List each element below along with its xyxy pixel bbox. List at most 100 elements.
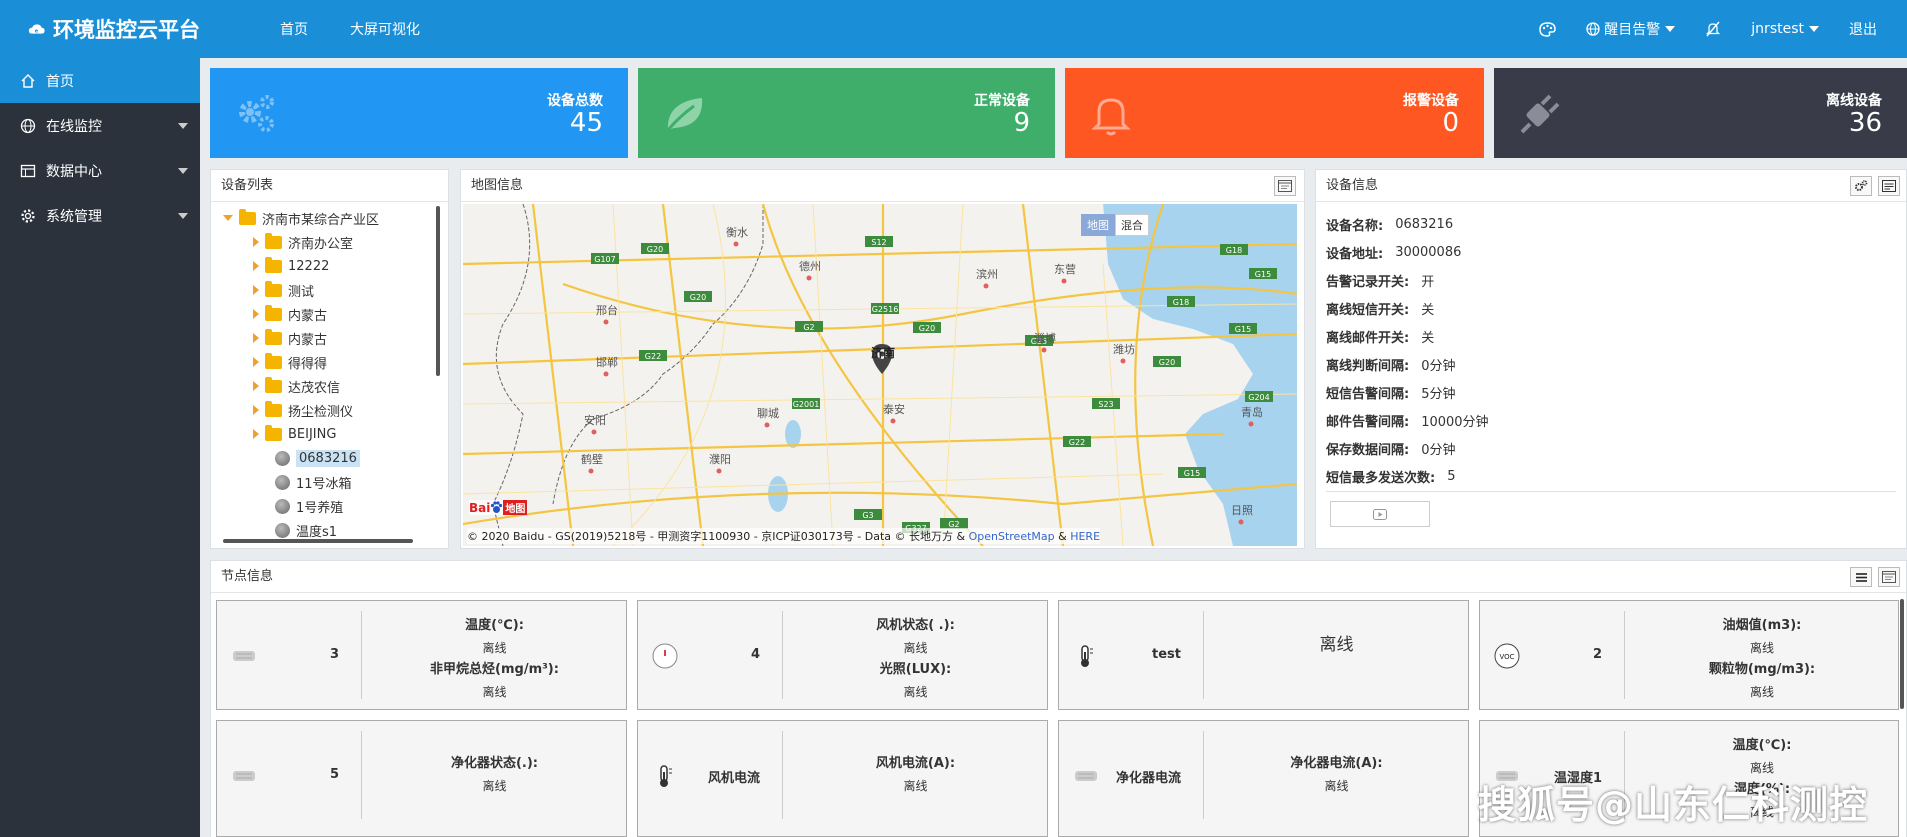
folder-icon <box>265 328 282 345</box>
city-dot <box>603 371 609 377</box>
stat-value: 9 <box>1013 108 1030 138</box>
sidebar-item-system[interactable]: 系统管理 <box>0 193 200 238</box>
osm-link[interactable]: OpenStreetMap <box>969 530 1055 543</box>
list-view-button[interactable] <box>1850 567 1872 587</box>
tree-scrollbar-v[interactable] <box>436 206 440 376</box>
video-button[interactable] <box>1330 501 1430 527</box>
city-dot <box>890 418 896 424</box>
info-key: 保存数据间隔: <box>1326 442 1410 458</box>
node-metrics: 风机电流(A): 离线 <box>784 753 1047 797</box>
alarm-menu[interactable]: 醒目告警 <box>1586 19 1676 39</box>
node-scrollbar[interactable] <box>1900 599 1904 709</box>
sidebar-item-online-monitor[interactable]: 在线监控 <box>0 103 200 148</box>
app-title: 环境监控云平台 <box>53 18 200 42</box>
tree-scrollbar-h[interactable] <box>223 539 413 543</box>
here-link[interactable]: HERE <box>1070 530 1100 543</box>
expand-arrow-icon[interactable] <box>223 215 233 221</box>
sidebar-item-data-center[interactable]: 数据中心 <box>0 148 200 193</box>
chevron-down-icon <box>1665 26 1676 32</box>
cloud-logo-icon: e <box>28 24 45 34</box>
thermometer-icon <box>1081 645 1093 667</box>
home-icon <box>21 73 35 88</box>
tree-folder[interactable]: 内蒙古 <box>223 326 379 350</box>
map-view[interactable]: S12 G107 G20 G20 G2516 G2 G20 G18 G15 G18 G22 G25 G1… <box>463 204 1297 546</box>
node-card[interactable]: 风机电流 风机电流(A): 离线 <box>637 720 1048 837</box>
node-metrics: 油烟值(m3): 离线 颗粒物(mg/m3): 离线 <box>1626 615 1898 703</box>
nav-big-screen[interactable]: 大屏可视化 <box>350 19 420 39</box>
tree-folder[interactable]: 扬尘检测仪 <box>223 398 379 422</box>
theme-button[interactable] <box>1539 21 1557 37</box>
city-dot <box>733 241 739 247</box>
map-canvas[interactable]: S12G107G20G20G2516G2 G20G18G15G18G22G25G1… <box>463 204 1297 546</box>
settings-button[interactable] <box>1850 176 1872 196</box>
tree-device[interactable]: 11号冰箱 <box>223 470 379 494</box>
thermometer-icon <box>660 765 672 787</box>
stat-total-devices[interactable]: 设备总数 45 <box>210 68 628 158</box>
node-card-head: 风机电流 <box>638 731 783 819</box>
tree-folder[interactable]: BEIJING <box>223 422 379 446</box>
mute-button[interactable] <box>1705 21 1721 37</box>
sidebar-item-home[interactable]: 首页 <box>0 58 200 103</box>
metric-key: 非甲烷总烃(mg/m³): <box>430 662 559 677</box>
expand-arrow-icon[interactable] <box>253 429 259 439</box>
globe-icon <box>20 118 36 133</box>
map-tab-map[interactable]: 地图 <box>1081 214 1115 236</box>
video-icon <box>1373 508 1387 520</box>
node-card[interactable]: VOC 2 油烟值(m3): 离线 颗粒物(mg/m3): 离线 <box>1479 600 1899 710</box>
tree-device[interactable]: 0683216 <box>223 446 379 470</box>
logout-link[interactable]: 退出 <box>1849 19 1877 39</box>
tree-device[interactable]: 1号养殖 <box>223 494 379 518</box>
expand-arrow-icon[interactable] <box>253 285 259 295</box>
node-card[interactable]: 4 风机状态( .): 离线 光照(LUX): 离线 <box>637 600 1048 710</box>
node-card[interactable]: 净化器电流 净化器电流(A): 离线 <box>1058 720 1469 837</box>
expand-arrow-icon[interactable] <box>253 357 259 367</box>
info-row: 离线邮件开关: 关 <box>1326 322 1489 350</box>
map-tab-hybrid[interactable]: 混合 <box>1115 214 1149 236</box>
node-card[interactable]: 3 温度(℃): 离线 非甲烷总烃(mg/m³): 离线 <box>216 600 627 710</box>
tree-label: 济南办公室 <box>288 236 354 252</box>
node-card[interactable]: test 离线 <box>1058 600 1469 710</box>
tree-folder[interactable]: 内蒙古 <box>223 302 379 326</box>
node-name: 3 <box>329 647 339 662</box>
card-view-button[interactable] <box>1878 176 1900 196</box>
road-shield: G2 <box>795 321 823 332</box>
expand-arrow-icon[interactable] <box>253 237 259 247</box>
node-card[interactable]: 5 净化器状态(.): 离线 <box>216 720 627 837</box>
stat-alarm-devices[interactable]: 报警设备 0 <box>1065 68 1484 158</box>
road-shield: G18 <box>1167 296 1195 307</box>
username: jnrstest <box>1751 21 1804 37</box>
map-city-label: 鹤壁 <box>581 453 603 466</box>
svg-text:G204: G204 <box>1248 393 1269 402</box>
brand[interactable]: e 环境监控云平台 <box>0 14 200 44</box>
expand-arrow-icon[interactable] <box>253 309 259 319</box>
tree-folder[interactable]: 济南办公室 <box>223 230 379 254</box>
expand-arrow-icon[interactable] <box>253 261 259 271</box>
tree-folder[interactable]: 12222 <box>223 254 379 278</box>
tree-root[interactable]: 济南市某综合产业区 <box>223 206 379 230</box>
info-value: 开 <box>1421 274 1435 290</box>
stat-normal-devices[interactable]: 正常设备 9 <box>638 68 1055 158</box>
stat-offline-devices[interactable]: 离线设备 36 <box>1494 68 1907 158</box>
info-value: 0683216 <box>1395 216 1454 232</box>
watermark-text: 搜狐号@山东仁科测控 <box>1478 783 1869 827</box>
map-copyright: © 2020 Baidu - GS(2019)5218号 - 甲测资字11009… <box>467 528 1101 544</box>
user-menu[interactable]: jnrstest <box>1751 21 1819 37</box>
fullscreen-button[interactable] <box>1274 176 1296 196</box>
tree-folder[interactable]: 测试 <box>223 278 379 302</box>
tree-folder[interactable]: 得得得 <box>223 350 379 374</box>
sidebar-item-label: 数据中心 <box>46 163 102 180</box>
tree-label: BEIJING <box>288 426 337 442</box>
road-shield: G20 <box>684 291 712 302</box>
node-name: 5 <box>329 767 339 782</box>
grid-view-button[interactable] <box>1878 567 1900 587</box>
map-city-label: 德州 <box>799 260 821 273</box>
expand-arrow-icon[interactable] <box>253 405 259 415</box>
folder-icon <box>239 208 256 225</box>
nav-home[interactable]: 首页 <box>280 19 308 39</box>
expand-arrow-icon[interactable] <box>253 333 259 343</box>
map-city-label: 聊城 <box>757 407 779 420</box>
expand-arrow-icon[interactable] <box>253 381 259 391</box>
tree-folder[interactable]: 达茂农信 <box>223 374 379 398</box>
window-icon <box>1882 571 1896 583</box>
metric-value: 离线 <box>903 779 928 793</box>
